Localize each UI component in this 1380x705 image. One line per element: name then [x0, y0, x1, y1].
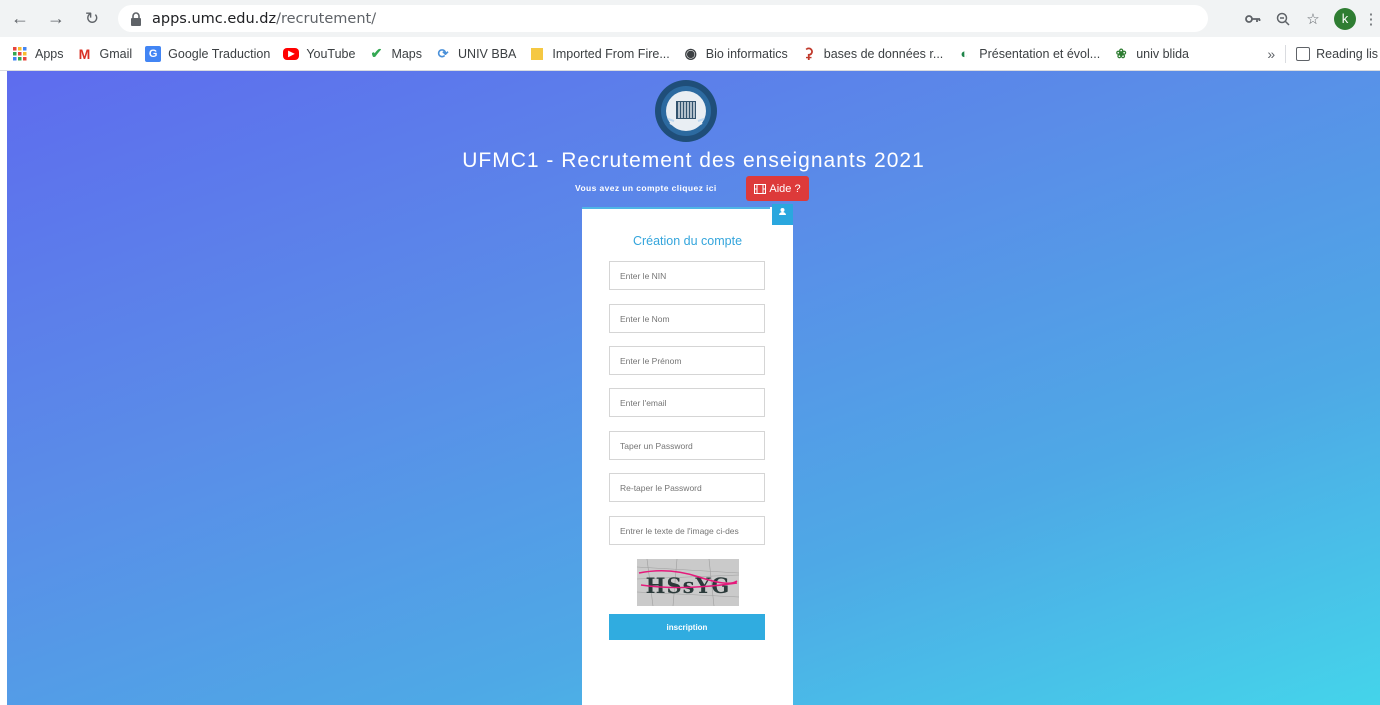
film-icon — [754, 183, 767, 194]
google-translate-icon: G — [145, 45, 162, 62]
bookmarks-bar: Apps M Gmail G Google Traduction ▶ YouTu… — [0, 37, 1380, 71]
apps-grid-icon — [12, 46, 28, 62]
bookmark-apps[interactable]: Apps — [12, 46, 64, 62]
lock-icon — [131, 11, 141, 26]
bookmark-label: univ blida — [1136, 46, 1190, 61]
bookmark-univ-bba[interactable]: ⟳ UNIV BBA — [435, 45, 517, 62]
key-icon[interactable] — [1238, 5, 1268, 32]
bookmark-label: Maps — [391, 46, 423, 61]
zoom-icon[interactable] — [1268, 5, 1298, 32]
address-bar[interactable]: apps.umc.edu.dz/recrutement/ — [118, 5, 1208, 32]
bookmark-univ-blida[interactable]: ❀ univ blida — [1113, 46, 1189, 62]
url-path: /recrutement/ — [276, 10, 377, 27]
prenom-field[interactable] — [609, 346, 765, 375]
university-logo — [655, 80, 717, 142]
card-accent-bar — [582, 207, 770, 209]
bookmark-label: Google Traduction — [168, 46, 271, 61]
youtube-icon: ▶ — [283, 47, 300, 60]
bookmark-maps[interactable]: ✔ Maps — [368, 45, 423, 62]
login-link[interactable]: Vous avez un compte cliquez ici — [575, 183, 717, 193]
form-title: Création du compte — [632, 234, 743, 248]
user-icon — [772, 204, 793, 225]
avatar[interactable]: k — [1334, 7, 1356, 30]
browser-actions: ☆ k ⋮ — [1238, 5, 1380, 32]
bookmark-imported[interactable]: Imported From Fire... — [529, 46, 670, 62]
bookmark-label: Apps — [35, 46, 64, 61]
menu-icon[interactable]: ⋮ — [1362, 5, 1380, 32]
browser-toolbar: ← → ↻ apps.umc.edu.dz/recrutement/ ☆ k ⋮ — [0, 0, 1380, 37]
bookmark-bio-informatics[interactable]: ◉ Bio informatics — [683, 45, 788, 62]
site-icon: ⚳ — [803, 45, 814, 61]
bookmark-label: Bio informatics — [705, 46, 788, 61]
aide-button[interactable]: Aide ? — [746, 176, 809, 201]
bookmark-label: Imported From Fire... — [552, 46, 670, 61]
bookmarks-right: » Reading lis — [1257, 37, 1380, 70]
site-icon: ◐ — [960, 46, 969, 61]
password-confirm-field[interactable] — [609, 473, 765, 502]
bookmark-youtube[interactable]: ▶ YouTube — [283, 47, 355, 61]
bookmark-label: Présentation et évol... — [979, 46, 1101, 61]
divider — [1285, 45, 1287, 63]
nin-field[interactable] — [609, 261, 765, 290]
bookmark-gmail[interactable]: M Gmail — [77, 46, 133, 62]
page-title: UFMC1 - Recrutement des enseignants 2021 — [462, 149, 925, 172]
nom-field[interactable] — [609, 304, 765, 333]
aide-label: Aide ? — [769, 182, 801, 195]
url-host: apps.umc.edu.dz — [152, 10, 277, 27]
password-field[interactable] — [609, 431, 765, 460]
univ-bba-icon: ⟳ — [437, 45, 449, 61]
reading-list-icon — [1296, 47, 1311, 61]
forward-icon[interactable]: → — [42, 5, 70, 33]
captcha-image: HSsYG — [636, 558, 740, 607]
inscription-button[interactable]: inscription — [609, 614, 765, 640]
reload-icon[interactable]: ↻ — [78, 5, 106, 33]
bookmark-google-traduction[interactable]: G Google Traduction — [145, 45, 271, 62]
signup-card: Création du compte HSsYG inscription — [582, 204, 793, 705]
bookmark-label: bases de données r... — [823, 46, 944, 61]
univ-blida-icon: ❀ — [1115, 45, 1127, 61]
back-icon[interactable]: ← — [6, 5, 34, 33]
email-field[interactable] — [609, 388, 765, 417]
bookmark-bases-de-donnees[interactable]: ⚳ bases de données r... — [801, 45, 944, 62]
star-icon[interactable]: ☆ — [1298, 5, 1328, 32]
folder-icon — [529, 46, 545, 62]
bookmark-label: UNIV BBA — [458, 46, 517, 61]
captcha-input[interactable] — [609, 516, 765, 545]
page-background: UFMC1 - Recrutement des enseignants 2021… — [7, 71, 1380, 705]
bookmark-presentation[interactable]: ◐ Présentation et évol... — [956, 46, 1100, 62]
bookmarks-overflow[interactable]: » — [1257, 46, 1285, 62]
gmail-icon: M — [78, 45, 91, 62]
bookmark-label: YouTube — [306, 46, 356, 61]
maps-icon: ✔ — [370, 45, 383, 61]
bookmark-label: Gmail — [99, 46, 133, 61]
globe-icon: ◉ — [684, 45, 697, 61]
reading-list[interactable]: Reading lis — [1316, 47, 1380, 61]
